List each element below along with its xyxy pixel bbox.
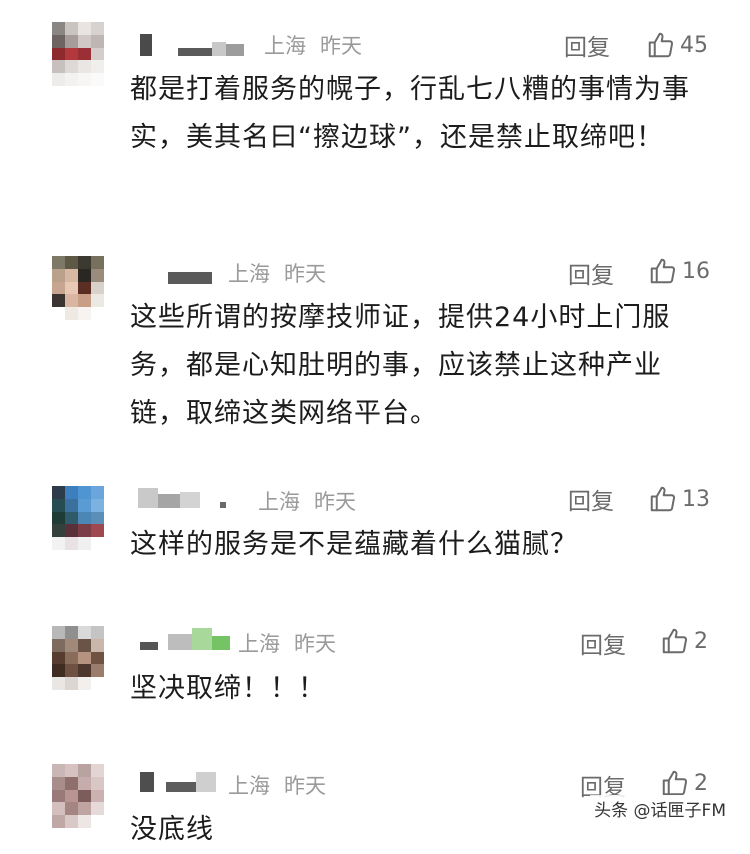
reply-button[interactable]: 回复	[568, 482, 614, 516]
thumbs-up-icon	[650, 486, 676, 512]
like-button[interactable]: 13	[648, 484, 710, 514]
watermark: 头条 @话匣子FM	[590, 795, 730, 822]
comment-meta: 上海 昨天	[228, 258, 326, 288]
like-button[interactable]: 2	[660, 768, 708, 798]
avatar[interactable]	[52, 22, 104, 86]
avatar[interactable]	[52, 486, 104, 550]
thumbs-up-icon	[650, 258, 676, 284]
like-count: 16	[682, 258, 710, 284]
thumbs-up-icon	[662, 770, 688, 796]
avatar[interactable]	[52, 764, 104, 828]
location: 上海	[238, 632, 280, 656]
reply-button[interactable]: 回复	[568, 256, 614, 290]
username-blurred[interactable]	[168, 262, 212, 284]
location: 上海	[228, 262, 270, 286]
location: 上海	[258, 490, 300, 514]
comment-text: 坚决取缔！！！	[130, 673, 326, 704]
timestamp: 昨天	[284, 262, 326, 286]
like-count: 2	[694, 628, 708, 654]
comment-text: 这样的服务是不是蕴藏着什么猫腻？	[130, 529, 578, 560]
thumbs-up-icon	[648, 32, 674, 58]
timestamp: 昨天	[284, 774, 326, 798]
comment-text: 这些所谓的按摩技师证，提供24小时上门服务，都是心知肚明的事，应该禁止这种产业链…	[130, 302, 671, 429]
comment-meta: 上海 昨天	[264, 30, 362, 60]
like-button[interactable]: 45	[646, 30, 708, 60]
comment-text: 都是打着服务的幌子，行乱七八糟的事情为事实，美其名曰“擦边球”，还是禁止取缔吧！	[130, 74, 690, 153]
timestamp: 昨天	[314, 490, 356, 514]
avatar[interactable]	[52, 256, 104, 320]
like-count: 2	[694, 770, 708, 796]
comment-meta: 上海 昨天	[228, 770, 326, 800]
reply-button[interactable]: 回复	[580, 626, 626, 660]
like-button[interactable]: 16	[648, 256, 710, 286]
username-blurred[interactable]	[138, 486, 226, 508]
location: 上海	[228, 774, 270, 798]
like-count: 13	[682, 486, 710, 512]
username-blurred[interactable]	[140, 34, 244, 56]
reply-button[interactable]: 回复	[564, 28, 610, 62]
comment-meta: 上海 昨天	[258, 486, 356, 516]
like-count: 45	[680, 32, 708, 58]
comment-meta: 上海 昨天	[238, 628, 336, 658]
username-blurred[interactable]	[140, 770, 216, 792]
timestamp: 昨天	[294, 632, 336, 656]
like-button[interactable]: 2	[660, 626, 708, 656]
thumbs-up-icon	[662, 628, 688, 654]
location: 上海	[264, 34, 306, 58]
username-blurred[interactable]	[140, 628, 230, 650]
avatar[interactable]	[52, 626, 104, 690]
timestamp: 昨天	[320, 34, 362, 58]
